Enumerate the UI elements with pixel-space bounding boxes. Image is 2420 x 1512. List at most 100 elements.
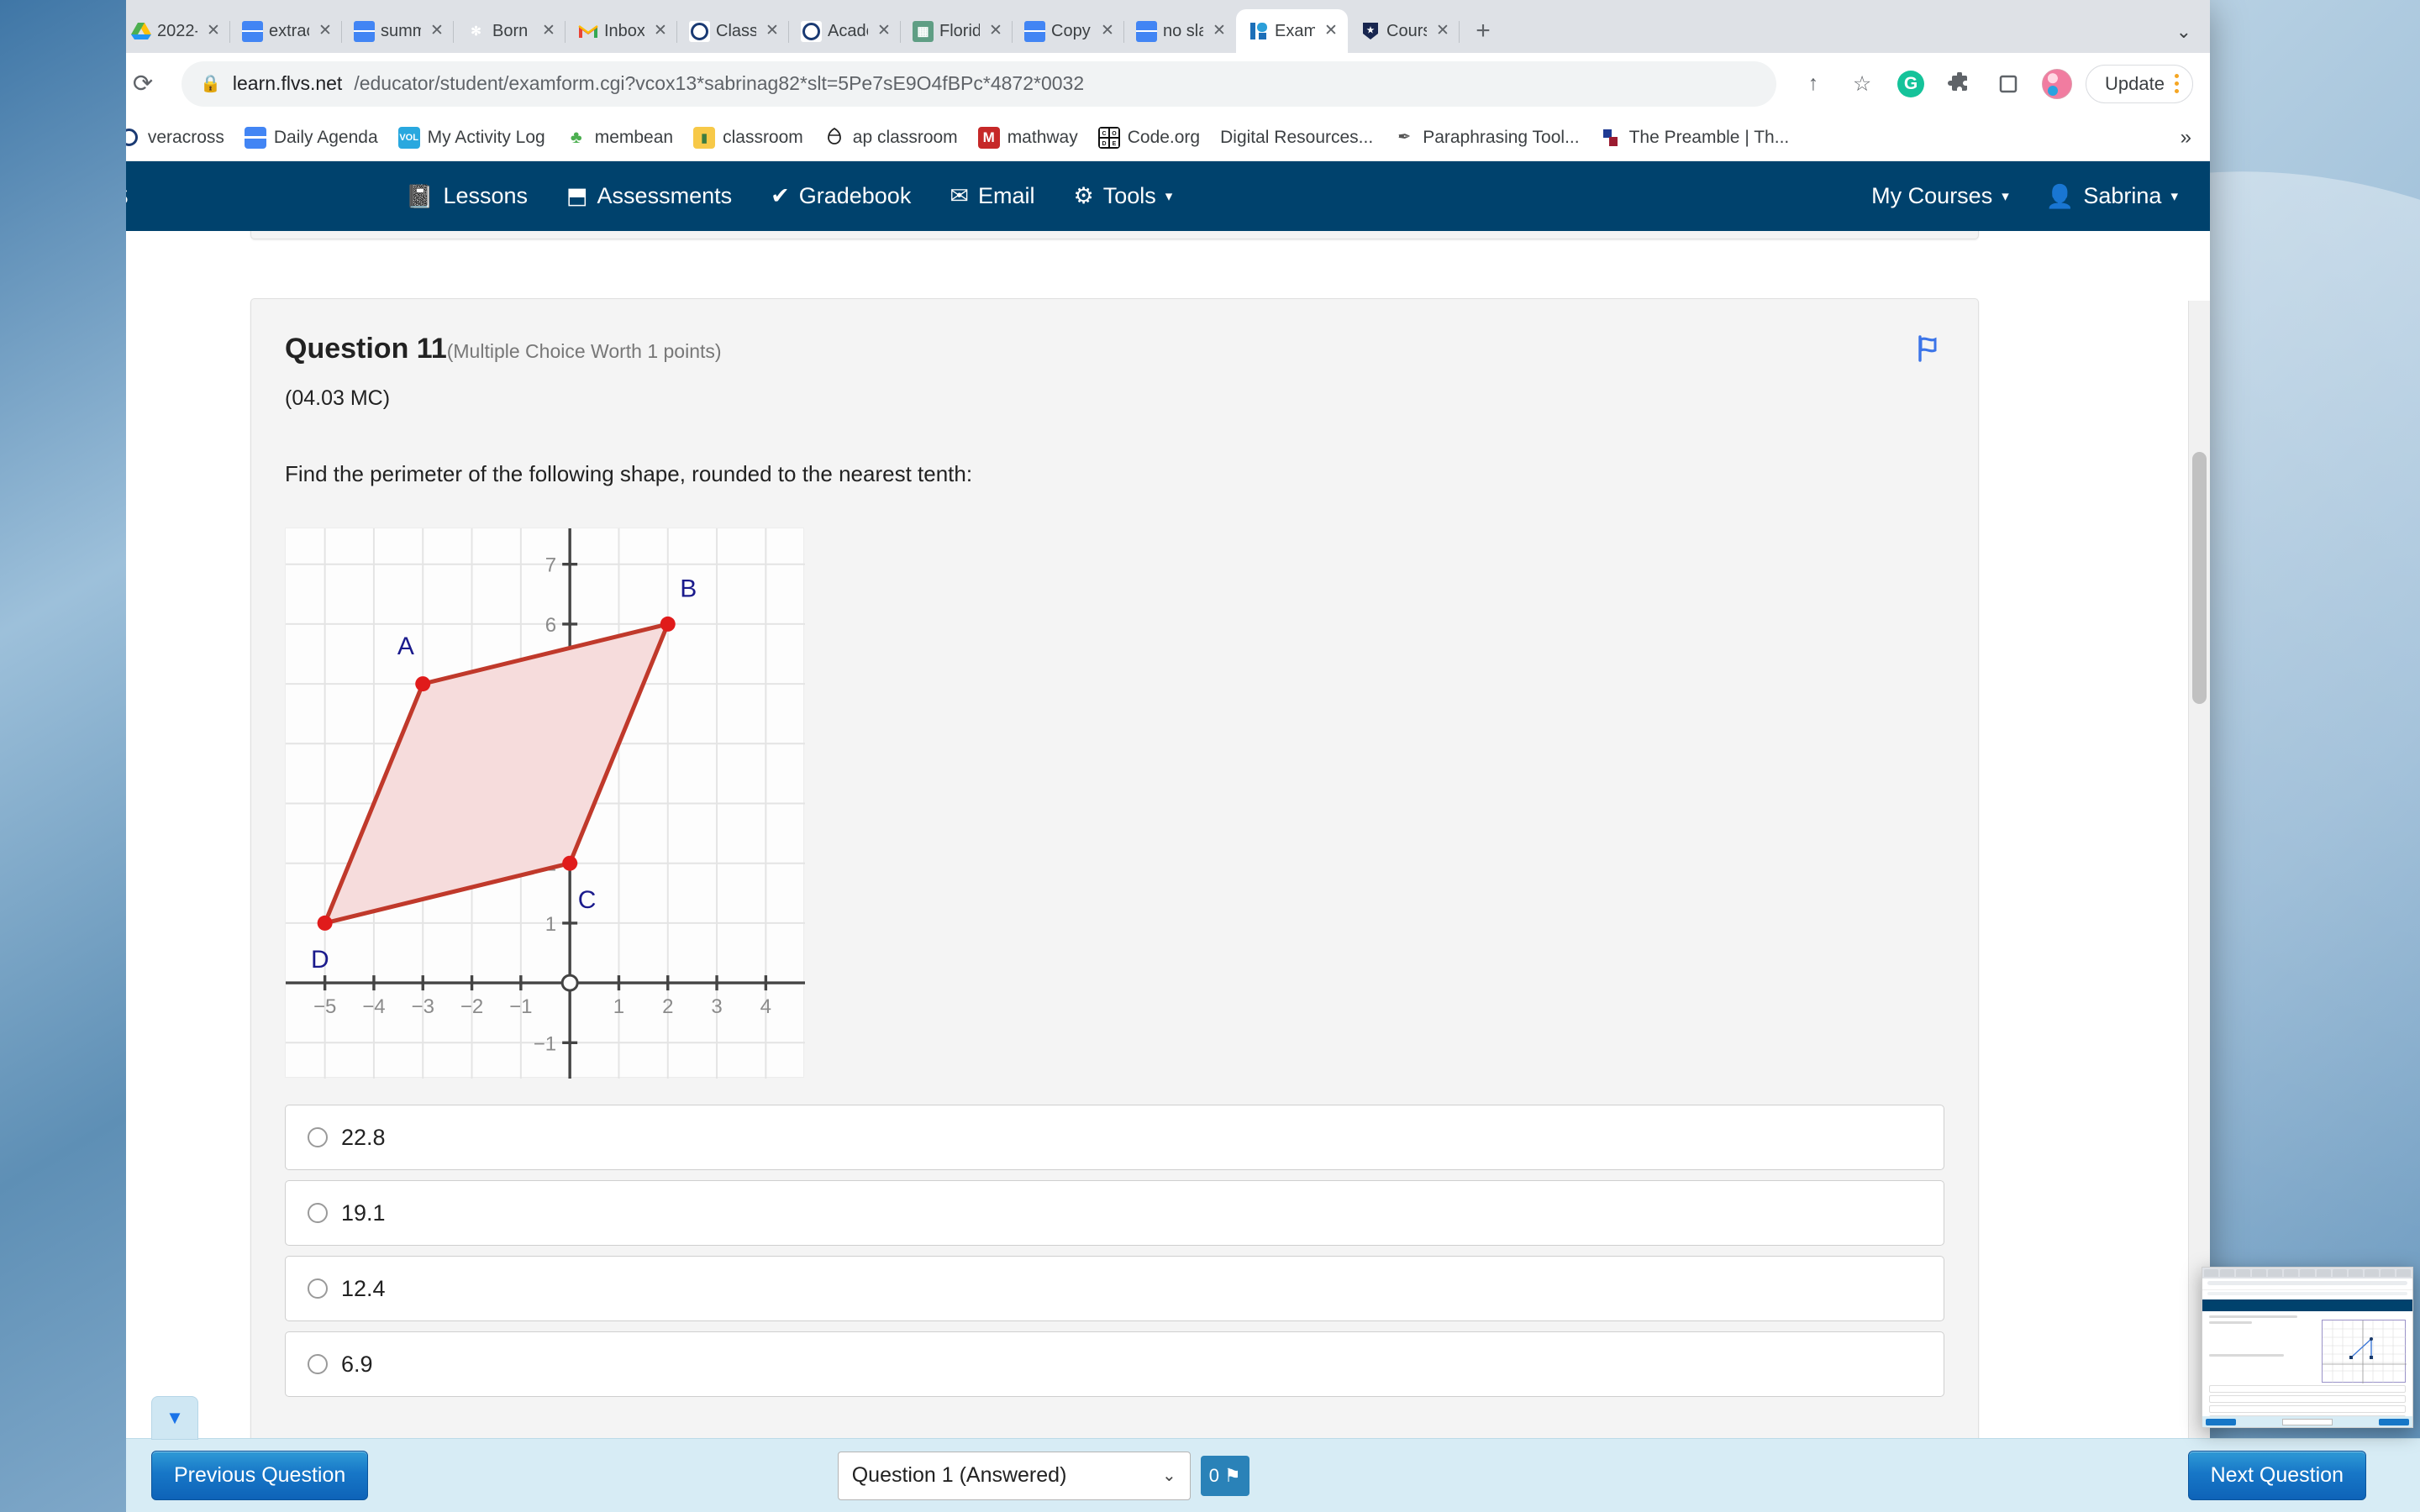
question-select[interactable]: Question 1 (Answered) ⌄: [837, 1451, 1191, 1500]
question-number: Question 11: [285, 333, 447, 365]
svg-text:C: C: [578, 886, 597, 914]
browser-tab[interactable]: summe ✕: [342, 9, 454, 53]
radio-button[interactable]: [308, 1127, 328, 1147]
gear-icon: ⚙: [1073, 183, 1094, 208]
answer-option[interactable]: 6.9: [285, 1331, 1944, 1397]
bookmark-label: Digital Resources...: [1220, 127, 1374, 147]
radio-button[interactable]: [308, 1354, 328, 1374]
svg-text:A: A: [397, 633, 414, 660]
tab-close-icon[interactable]: ✕: [874, 21, 894, 41]
chrome-menu-icon[interactable]: [2175, 74, 2179, 93]
nav-label: Tools: [1102, 183, 1156, 208]
address-bar[interactable]: 🔒 learn.flvs.net/educator/student/examfo…: [182, 60, 1777, 107]
tab-close-icon[interactable]: ✕: [1321, 21, 1341, 41]
google-docs-icon: [242, 20, 263, 42]
tab-list: Acade ✕ 2022- ✕ extrac ✕ summe ✕: [7, 9, 1507, 53]
bookmark-star-icon[interactable]: ☆: [1842, 64, 1882, 104]
browser-tab[interactable]: Acade ✕: [789, 9, 901, 53]
bookmark-the-preamble[interactable]: The Preamble | Th...: [1592, 123, 1797, 153]
tab-close-icon[interactable]: ✕: [1209, 21, 1229, 41]
scrollbar-thumb[interactable]: [2192, 452, 2207, 704]
answer-option[interactable]: 22.8: [285, 1105, 1944, 1170]
browser-tab[interactable]: Copy o ✕: [1013, 9, 1124, 53]
radio-button[interactable]: [308, 1278, 328, 1299]
svg-text:1: 1: [545, 913, 556, 936]
scroll-toggle-button[interactable]: ▼: [151, 1396, 198, 1440]
tab-search-chevron-down-icon[interactable]: ⌄: [2176, 21, 2191, 43]
profile-avatar[interactable]: [2037, 64, 2077, 104]
bookmark-my-activity-log[interactable]: VOL My Activity Log: [391, 123, 553, 153]
tab-title: Born a: [492, 21, 533, 40]
side-panel-icon[interactable]: [1988, 64, 2028, 104]
acorn-icon: [823, 127, 845, 149]
browser-tab[interactable]: ★ Cours ✕: [1348, 9, 1460, 53]
seal-icon: [689, 20, 710, 42]
reload-button[interactable]: ⟳: [121, 62, 165, 106]
window-thumbnail-preview[interactable]: [2202, 1267, 2413, 1428]
browser-tab[interactable]: no slat ✕: [1124, 9, 1236, 53]
browser-tab[interactable]: ✻ Born a ✕: [454, 9, 566, 53]
flag-icon[interactable]: [1912, 333, 1944, 370]
browser-tab[interactable]: ▦ Florida ✕: [901, 9, 1013, 53]
nav-item-user-menu[interactable]: 👤 Sabrina ▾: [2046, 183, 2178, 210]
browser-tab[interactable]: extrac ✕: [230, 9, 342, 53]
bookmark-code-org[interactable]: CODE Code.org: [1091, 123, 1207, 153]
thumbnail-bookmarks: [2202, 1292, 2412, 1299]
coordinate-plane-svg: −5−4−3−2−11234−11234567ABCD: [286, 528, 805, 1079]
tab-close-icon[interactable]: ✕: [762, 21, 782, 41]
tab-close-icon[interactable]: ✕: [986, 21, 1006, 41]
bookmark-mathway[interactable]: M mathway: [971, 123, 1086, 153]
bookmark-daily-agenda[interactable]: Daily Agenda: [237, 123, 386, 153]
browser-tab-active[interactable]: Exam: ✕: [1236, 9, 1348, 53]
answer-option[interactable]: 12.4: [285, 1256, 1944, 1321]
browser-tab[interactable]: 2022- ✕: [118, 9, 230, 53]
flagged-count-badge[interactable]: 0 ⚑: [1200, 1455, 1249, 1496]
browser-tab[interactable]: Inbox ( ✕: [566, 9, 677, 53]
nav-item-lessons[interactable]: 📓 Lessons: [406, 183, 528, 210]
nav-item-assessments[interactable]: ⬒ Assessments: [566, 183, 732, 209]
next-question-button[interactable]: Next Question: [2187, 1451, 2366, 1500]
tab-close-icon[interactable]: ✕: [1433, 21, 1453, 41]
browser-tab[interactable]: Classe ✕: [677, 9, 789, 53]
bookmark-paraphrasing-tool[interactable]: ✒ Paraphrasing Tool...: [1386, 123, 1586, 153]
chevron-down-icon: ▾: [1165, 187, 1173, 204]
nav-item-email[interactable]: ✉ Email: [950, 183, 1034, 209]
bookmark-classroom[interactable]: ▮ classroom: [686, 123, 811, 153]
envelope-icon: ✉: [950, 183, 969, 208]
extensions-puzzle-icon[interactable]: [1939, 64, 1980, 104]
user-icon: 👤: [2045, 183, 2075, 209]
tab-close-icon[interactable]: ✕: [427, 21, 447, 41]
nav-label: Sabrina: [2083, 183, 2162, 208]
previous-question-card-stub: [250, 231, 1979, 239]
google-drive-icon: [130, 21, 151, 42]
tab-close-icon[interactable]: ✕: [315, 21, 335, 41]
share-icon[interactable]: ↑: [1793, 64, 1833, 104]
previous-question-button[interactable]: Previous Question: [151, 1451, 369, 1500]
tab-title: Inbox (: [604, 21, 644, 40]
gmail-icon: [577, 21, 598, 42]
tab-close-icon[interactable]: ✕: [539, 21, 559, 41]
new-tab-button[interactable]: +: [1460, 9, 1507, 53]
answer-label: 12.4: [341, 1275, 386, 1301]
bookmark-digital-resources[interactable]: Digital Resources...: [1213, 123, 1381, 152]
tab-close-icon[interactable]: ✕: [650, 21, 671, 41]
bookmark-ap-classroom[interactable]: ap classroom: [816, 123, 965, 153]
nav-item-gradebook[interactable]: ✔ Gradebook: [771, 183, 911, 209]
question-card: Question 11(Multiple Choice Worth 1 poin…: [250, 298, 1979, 1445]
tree-icon: ♣: [570, 127, 582, 147]
tab-close-icon[interactable]: ✕: [1097, 21, 1118, 41]
url-domain: learn.flvs.net: [232, 72, 343, 94]
svg-text:1: 1: [613, 995, 624, 1018]
bookmark-membean[interactable]: ♣ membean: [558, 123, 681, 153]
nav-item-tools[interactable]: ⚙ Tools ▾: [1073, 183, 1172, 209]
bookmark-veracross[interactable]: veracross: [111, 123, 232, 153]
update-button[interactable]: Update: [2086, 64, 2193, 103]
bookmark-label: Daily Agenda: [273, 127, 378, 147]
nav-item-my-courses[interactable]: My Courses ▾: [1871, 183, 2009, 209]
svg-text:−4: −4: [362, 995, 385, 1018]
radio-button[interactable]: [308, 1203, 328, 1223]
tab-close-icon[interactable]: ✕: [203, 21, 224, 41]
answer-option[interactable]: 19.1: [285, 1180, 1944, 1246]
bookmarks-overflow-icon[interactable]: »: [2181, 126, 2195, 150]
grammarly-extension-icon[interactable]: G: [1891, 64, 1931, 104]
